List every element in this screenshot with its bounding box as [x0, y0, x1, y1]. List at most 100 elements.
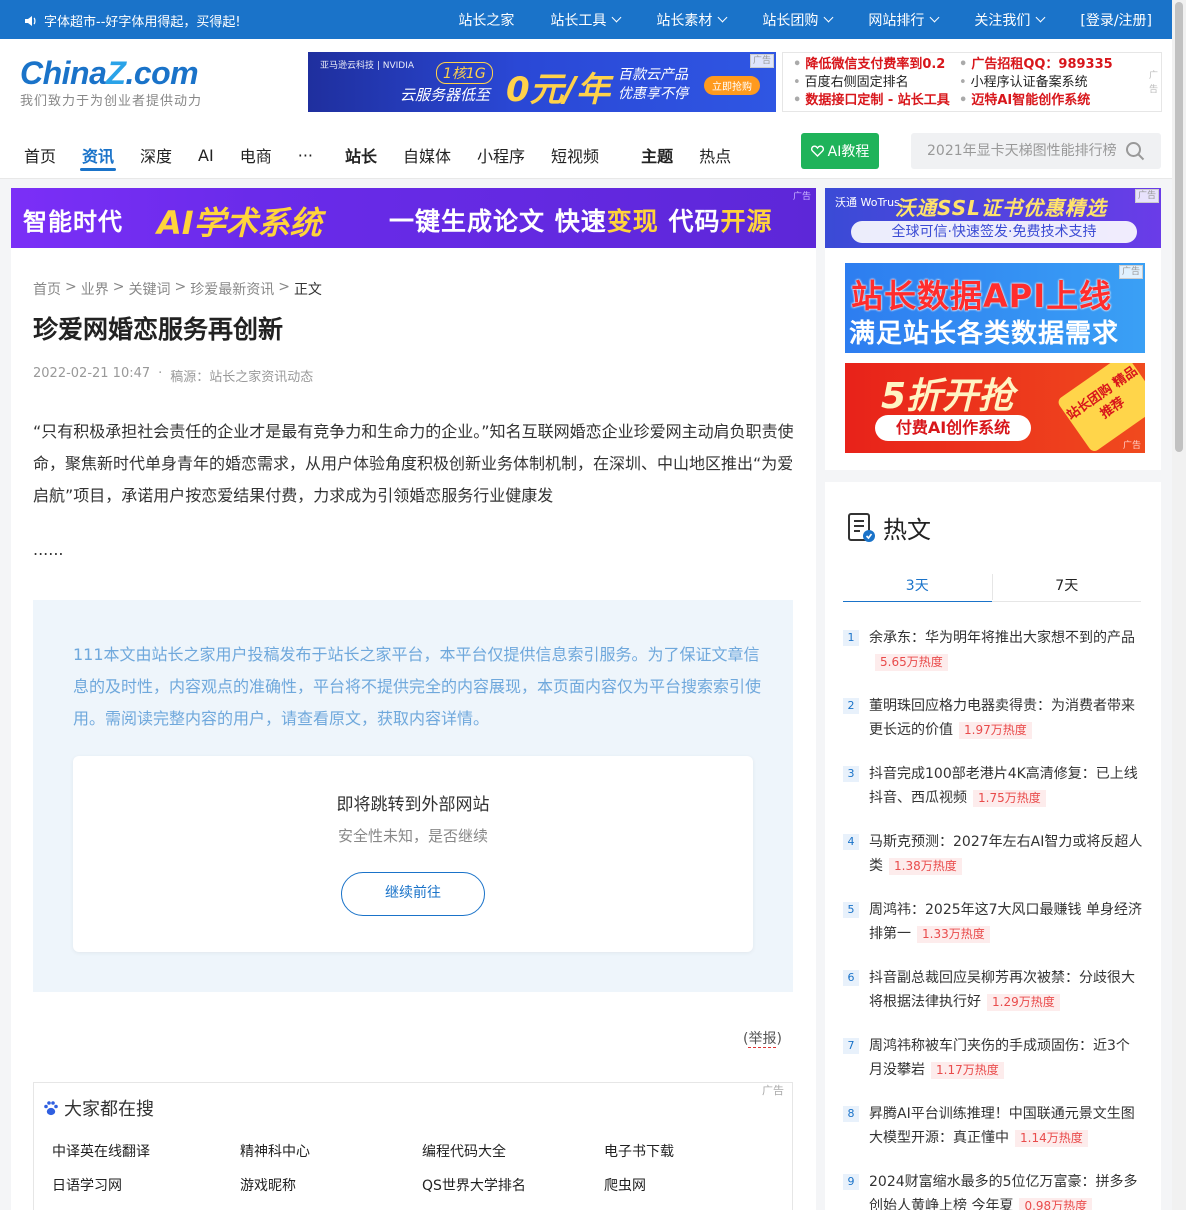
- breadcrumb-separator: >: [278, 279, 290, 295]
- main-nav-item[interactable]: 资讯: [80, 131, 117, 179]
- report: (举报): [743, 1031, 782, 1048]
- report-link[interactable]: 举报: [748, 1031, 777, 1048]
- ad-tag: 广告: [1134, 189, 1159, 203]
- main-nav-item[interactable]: 自媒体: [403, 131, 451, 179]
- main-nav-item[interactable]: 电商: [240, 131, 272, 179]
- hot-search-link[interactable]: 精神科中心: [240, 1141, 422, 1161]
- ai-academic-banner-ad[interactable]: 智能时代 AI学术系统 一键生成论文 快速变现 代码开源 广告: [11, 188, 816, 248]
- redirect-panel: 即将跳转到外部网站 安全性未知，是否继续 继续前往: [73, 756, 753, 952]
- heat-badge: 0.98万热度: [1019, 1198, 1093, 1210]
- hot-title: 热文: [883, 516, 931, 544]
- ad-buy-button[interactable]: 立即抢购: [704, 76, 760, 95]
- hot-list-item[interactable]: 4 马斯克预测：2027年左右AI智力或将反超人类 1.38万热度: [843, 830, 1143, 878]
- breadcrumb-separator: >: [65, 279, 77, 295]
- heat-badge: 5.65万热度: [875, 654, 948, 671]
- top-nav-item[interactable]: 站长工具: [550, 10, 622, 30]
- breadcrumb-separator: >: [112, 279, 125, 295]
- hot-rank-badge: 7: [843, 1038, 859, 1054]
- article-ellipsis: ......: [33, 540, 64, 559]
- text-ad-link[interactable]: 迈特AI智能创作系统: [959, 92, 1125, 110]
- hot-list-item[interactable]: 3 抖音完成100部老港片4K高清修复：已上线抖音、西瓜视频 1.75万热度: [843, 762, 1143, 810]
- sale-ai-ad[interactable]: 5折开抢 付费AI创作系统 站长团购 精品推荐 广告: [845, 363, 1145, 453]
- search-input[interactable]: [911, 133, 1121, 169]
- hot-list-item[interactable]: 2 董明珠回应格力电器卖得贵：为消费者带来更长远的价值 1.97万热度: [843, 694, 1143, 742]
- banner-t2: AI学术系统: [157, 204, 322, 242]
- top-nav-item[interactable]: 网站排行: [868, 10, 940, 30]
- data-api-ad[interactable]: 站长数据API上线 满足站长各类数据需求 广告: [845, 263, 1145, 353]
- page-scrollbar[interactable]: [1172, 0, 1186, 1210]
- hot-search-link[interactable]: 日语学习网: [52, 1175, 240, 1195]
- hot-search-link[interactable]: 游戏昵称: [240, 1175, 422, 1195]
- top-nav-label: 关注我们: [974, 12, 1031, 29]
- ssl-banner-ad[interactable]: 沃通 WoTrus 沃通SSL证书优惠精选 全球可信·快速签发·免费技术支持 广…: [825, 188, 1161, 248]
- ai-tutorial-button[interactable]: AI教程: [801, 133, 879, 169]
- main-nav-item[interactable]: 热点: [699, 131, 731, 179]
- heat-badge: 1.14万热度: [1015, 1130, 1088, 1147]
- main-nav-item[interactable]: 深度: [140, 131, 172, 179]
- ad-tag: 广告: [760, 1084, 786, 1097]
- hot-search-link[interactable]: 电子书下载: [604, 1141, 772, 1161]
- search-icon[interactable]: [1125, 141, 1145, 161]
- main-nav-item[interactable]: ···: [298, 131, 313, 179]
- main-nav-item[interactable]: 小程序: [477, 131, 525, 179]
- hot-item-text: 2024财富缩水最多的5位亿万富豪：拼多多创始人黄峥上榜 今年夏 0.98万热度: [869, 1170, 1143, 1210]
- top-nav-item[interactable]: 站长团购: [762, 10, 834, 30]
- ad-r1: 百款云产品: [618, 67, 688, 83]
- text-ad-link[interactable]: 百度右侧固定排名: [793, 74, 959, 92]
- hot-search-link[interactable]: QS世界大学排名: [422, 1175, 604, 1195]
- breadcrumb-item[interactable]: 珍爱最新资讯: [190, 279, 274, 299]
- scrollbar-thumb[interactable]: [1175, 2, 1183, 452]
- top-nav-item[interactable]: 关注我们: [974, 10, 1046, 30]
- main-nav-item[interactable]: AI: [198, 131, 214, 179]
- hot-list-item[interactable]: 9 2024财富缩水最多的5位亿万富豪：拼多多创始人黄峥上榜 今年夏 0.98万热度: [843, 1170, 1143, 1210]
- hot-item-title: 周鸿祎：2025年这7大风口最赚钱 单身经济排第一: [869, 902, 1142, 942]
- notice-text: 111本文由站长之家用户投稿发布于站长之家平台，本平台仅提供信息索引服务。为了保…: [73, 645, 762, 728]
- header: ChinaZ.com 我们致力于为创业者提供动力 亚马逊云科技 | NVIDIA…: [0, 39, 1172, 179]
- hot-search-link[interactable]: 编程代码大全: [422, 1141, 604, 1161]
- hot-search-link[interactable]: 中译英在线翻译: [52, 1141, 240, 1161]
- hot-list-item[interactable]: 8 昇腾AI平台训练推理！中国联通元景文生图大模型开源：真正懂中 1.14万热度: [843, 1102, 1143, 1150]
- heat-badge: 1.97万热度: [959, 722, 1032, 739]
- hot-list-item[interactable]: 6 抖音副总裁回应吴柳芳再次被禁：分歧很大 将根据法律执行好 1.29万热度: [843, 966, 1143, 1014]
- hot-list-item[interactable]: 7 周鸿祎称被车门夹伤的手成顽固伤：近3个月没攀岩 1.17万热度: [843, 1034, 1143, 1082]
- hot-rank-badge: 1: [843, 630, 859, 646]
- hot-rank-badge: 8: [843, 1106, 859, 1122]
- top-notice[interactable]: 字体超市--好字体用得起，买得起!: [24, 11, 241, 30]
- heat-badge: 1.75万热度: [973, 790, 1046, 807]
- site-logo[interactable]: ChinaZ.com 我们致力于为创业者提供动力: [20, 55, 202, 109]
- top-nav-item[interactable]: 站长素材: [656, 10, 728, 30]
- copyright-notice: 111本文由站长之家用户投稿发布于站长之家平台，本平台仅提供信息索引服务。为了保…: [33, 600, 793, 992]
- hot-search-link[interactable]: 爬虫网: [604, 1175, 772, 1195]
- chevron-down-icon: [929, 12, 940, 23]
- continue-button[interactable]: 继续前往: [341, 872, 485, 916]
- breadcrumb-item[interactable]: 业界: [81, 279, 109, 299]
- main-nav-item[interactable]: 主题: [641, 131, 673, 179]
- hot-list-item[interactable]: 1 余承东：华为明年将推出大家想不到的产品 5.65万热度: [843, 626, 1143, 674]
- hot-tab[interactable]: 7天: [993, 572, 1142, 601]
- cloud-server-ad[interactable]: 亚马逊云科技 | NVIDIA 1核1G 云服务器低至 0元/年 百款云产品 优…: [308, 52, 776, 112]
- text-ad-link[interactable]: 降低微信支付费率到0.2: [793, 56, 959, 74]
- main-nav-item[interactable]: 首页: [24, 131, 56, 179]
- ad-tag: 广告: [1118, 265, 1143, 279]
- main-nav-item[interactable]: 短视频: [551, 131, 599, 179]
- top-nav-label: [登录/注册]: [1080, 12, 1152, 29]
- hot-rank-badge: 9: [843, 1174, 859, 1190]
- breadcrumb-item[interactable]: 首页: [33, 279, 61, 299]
- text-ad-link[interactable]: 数据接口定制 - 站长工具: [793, 92, 959, 110]
- main-nav-item[interactable]: 站长: [345, 131, 377, 179]
- hot-list-item[interactable]: 5 周鸿祎：2025年这7大风口最赚钱 单身经济排第一 1.33万热度: [843, 898, 1143, 946]
- text-ads: 降低微信支付费率到0.2广告招租QQ：989335百度右侧固定排名小程序认证备案…: [782, 52, 1162, 112]
- text-ad-row: 数据接口定制 - 站长工具迈特AI智能创作系统: [793, 92, 1151, 110]
- top-nav-label: 站长素材: [656, 12, 713, 29]
- top-nav-item[interactable]: [登录/注册]: [1080, 10, 1152, 30]
- ssl-sub: 全球可信·快速签发·免费技术支持: [851, 221, 1137, 243]
- text-ad-link[interactable]: 小程序认证备案系统: [959, 74, 1125, 92]
- breadcrumb-item[interactable]: 关键词: [128, 279, 170, 299]
- top-nav-item[interactable]: 站长之家: [458, 10, 514, 30]
- hot-item-title: 昇腾AI平台训练推理！中国联通元景文生图大模型开源：真正懂中: [869, 1106, 1135, 1146]
- article-body: “只有积极承担社会责任的企业才是最有竞争力和生命力的企业。”知名互联网婚恋企业珍…: [33, 422, 794, 505]
- hot-item-title: 余承东：华为明年将推出大家想不到的产品: [869, 630, 1135, 646]
- hot-tab[interactable]: 3天: [843, 572, 992, 602]
- text-ad-link[interactable]: 广告招租QQ：989335: [959, 56, 1125, 74]
- text-ad-row: 百度右侧固定排名小程序认证备案系统: [793, 74, 1151, 92]
